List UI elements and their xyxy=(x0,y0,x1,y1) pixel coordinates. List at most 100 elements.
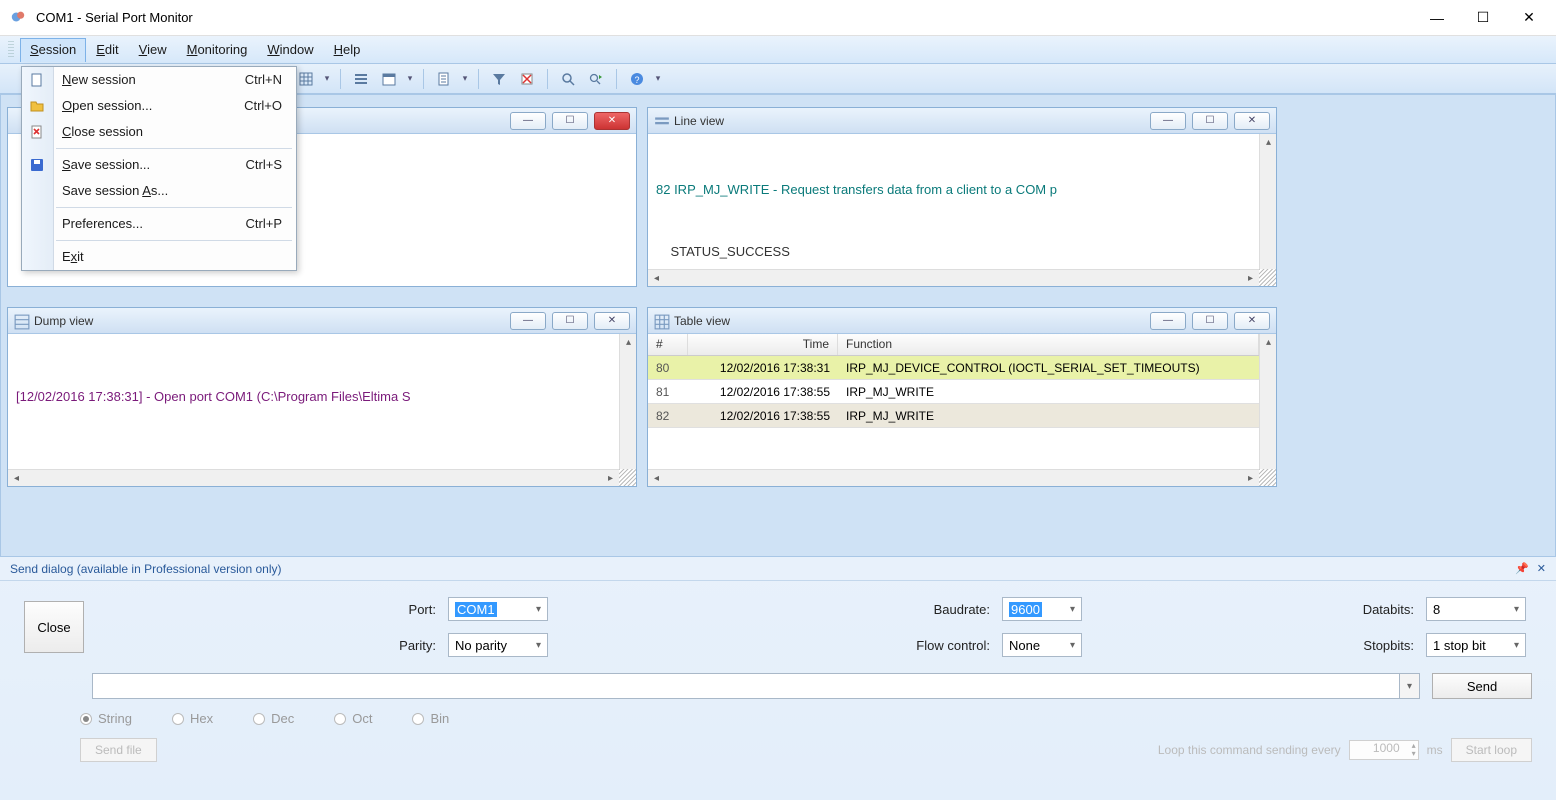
menu-session[interactable]: Session New sessionCtrl+N Open session..… xyxy=(20,38,86,62)
toolbar-list-icon[interactable] xyxy=(349,68,373,90)
horizontal-scrollbar[interactable]: ◂▸ xyxy=(648,469,1259,486)
line-view-close-button[interactable]: ✕ xyxy=(1234,112,1270,130)
cell-num: 81 xyxy=(648,385,688,399)
radio-bin[interactable]: Bin xyxy=(412,711,449,726)
svg-text:?: ? xyxy=(634,75,639,85)
line-view-row: STATUS_SUCCESS xyxy=(656,242,1251,263)
menubar-grip xyxy=(8,41,14,59)
table-view-title: Table view xyxy=(674,314,730,328)
toolbar-doc-icon[interactable] xyxy=(432,68,456,90)
toolbar-dd-2[interactable]: ▾ xyxy=(405,68,415,90)
send-file-button[interactable]: Send file xyxy=(80,738,157,762)
send-dialog-close-icon[interactable]: ✕ xyxy=(1537,562,1546,575)
table-row[interactable]: 8112/02/2016 17:38:55IRP_MJ_WRITE xyxy=(648,380,1259,404)
baudrate-label: Baudrate: xyxy=(560,602,990,617)
menu-view[interactable]: View xyxy=(129,38,177,61)
cell-time: 12/02/2016 17:38:55 xyxy=(688,385,838,399)
toolbar-search-icon[interactable] xyxy=(556,68,580,90)
col-header-num[interactable]: # xyxy=(648,334,688,355)
pane-max-button[interactable]: ☐ xyxy=(552,112,588,130)
menu-help[interactable]: Help xyxy=(324,38,371,61)
line-view-min-button[interactable]: — xyxy=(1150,112,1186,130)
menu-preferences[interactable]: Preferences...Ctrl+P xyxy=(22,211,296,237)
send-history-dropdown[interactable]: ▾ xyxy=(1400,673,1420,699)
send-text-input[interactable] xyxy=(92,673,1400,699)
dump-view-max-button[interactable]: ☐ xyxy=(552,312,588,330)
toolbar-clear-icon[interactable] xyxy=(515,68,539,90)
table-row[interactable]: 8212/02/2016 17:38:55IRP_MJ_WRITE xyxy=(648,404,1259,428)
vertical-scrollbar[interactable]: ▴ xyxy=(1259,134,1276,269)
cell-time: 12/02/2016 17:38:31 xyxy=(688,361,838,375)
radio-oct[interactable]: Oct xyxy=(334,711,372,726)
window-maximize-button[interactable]: ☐ xyxy=(1460,3,1506,33)
menubar: Session New sessionCtrl+N Open session..… xyxy=(0,36,1556,64)
window-minimize-button[interactable]: — xyxy=(1414,3,1460,33)
dump-view-close-button[interactable]: ✕ xyxy=(594,312,630,330)
menu-save-session-as[interactable]: Save session As... xyxy=(22,178,296,204)
menu-window[interactable]: Window xyxy=(257,38,323,61)
pane-min-button[interactable]: — xyxy=(510,112,546,130)
loop-unit: ms xyxy=(1427,743,1443,757)
pin-icon[interactable]: 📌 xyxy=(1515,562,1529,575)
dump-view-title: Dump view xyxy=(34,314,93,328)
baudrate-combo[interactable]: 9600▾ xyxy=(1002,597,1082,621)
resize-grip[interactable] xyxy=(619,469,636,486)
toolbar-cal-icon[interactable] xyxy=(377,68,401,90)
cell-time: 12/02/2016 17:38:55 xyxy=(688,409,838,423)
parity-combo[interactable]: No parity▾ xyxy=(448,633,548,657)
toolbar-dd-4[interactable]: ▾ xyxy=(653,68,663,90)
menu-monitoring[interactable]: Monitoring xyxy=(177,38,258,61)
dump-view-min-button[interactable]: — xyxy=(510,312,546,330)
resize-grip[interactable] xyxy=(1259,469,1276,486)
save-icon xyxy=(28,156,46,174)
stopbits-label: Stopbits: xyxy=(1094,638,1414,653)
menu-save-session[interactable]: Save session...Ctrl+S xyxy=(22,152,296,178)
toolbar-filter-icon[interactable] xyxy=(487,68,511,90)
line-view-max-button[interactable]: ☐ xyxy=(1192,112,1228,130)
col-header-time[interactable]: Time xyxy=(688,334,838,355)
toolbar-dd-1[interactable]: ▾ xyxy=(322,68,332,90)
table-view-max-button[interactable]: ☐ xyxy=(1192,312,1228,330)
toolbar-help-icon[interactable]: ? xyxy=(625,68,649,90)
pane-table-view: Table view — ☐ ✕ # Time Function 8012/02… xyxy=(647,307,1277,487)
parity-label: Parity: xyxy=(96,638,436,653)
toolbar-search-next-icon[interactable] xyxy=(584,68,608,90)
table-row[interactable]: 8012/02/2016 17:38:31IRP_MJ_DEVICE_CONTR… xyxy=(648,356,1259,380)
menu-close-session[interactable]: Close session xyxy=(22,119,296,145)
toolbar-dd-3[interactable]: ▾ xyxy=(460,68,470,90)
databits-combo[interactable]: 8▾ xyxy=(1426,597,1526,621)
radio-string[interactable]: String xyxy=(80,711,132,726)
vertical-scrollbar[interactable]: ▴ xyxy=(619,334,636,469)
menu-edit[interactable]: Edit xyxy=(86,38,128,61)
horizontal-scrollbar[interactable]: ◂▸ xyxy=(8,469,619,486)
radio-dec[interactable]: Dec xyxy=(253,711,294,726)
cell-func: IRP_MJ_DEVICE_CONTROL (IOCTL_SERIAL_SET_… xyxy=(838,361,1259,375)
close-button[interactable]: Close xyxy=(24,601,84,653)
new-file-icon xyxy=(28,71,46,89)
vertical-scrollbar[interactable]: ▴ xyxy=(1259,334,1276,469)
port-combo[interactable]: COM1▾ xyxy=(448,597,548,621)
flowcontrol-combo[interactable]: None▾ xyxy=(1002,633,1082,657)
menu-exit[interactable]: Exit xyxy=(22,244,296,270)
send-button[interactable]: Send xyxy=(1432,673,1532,699)
loop-interval-input[interactable]: 1000▴▾ xyxy=(1349,740,1419,760)
menu-open-session[interactable]: Open session...Ctrl+O xyxy=(22,93,296,119)
toolbar-grid-icon[interactable] xyxy=(294,68,318,90)
table-view-min-button[interactable]: — xyxy=(1150,312,1186,330)
col-header-func[interactable]: Function xyxy=(838,334,1259,355)
cell-num: 82 xyxy=(648,409,688,423)
start-loop-button[interactable]: Start loop xyxy=(1451,738,1532,762)
titlebar: COM1 - Serial Port Monitor — ☐ ✕ xyxy=(0,0,1556,36)
line-view-title: Line view xyxy=(674,114,724,128)
table-view-close-button[interactable]: ✕ xyxy=(1234,312,1270,330)
resize-grip[interactable] xyxy=(1259,269,1276,286)
port-label: Port: xyxy=(96,602,436,617)
radio-hex[interactable]: Hex xyxy=(172,711,213,726)
stopbits-combo[interactable]: 1 stop bit▾ xyxy=(1426,633,1526,657)
window-close-button[interactable]: ✕ xyxy=(1506,3,1552,33)
pane-close-button[interactable]: ✕ xyxy=(594,112,630,130)
flowcontrol-label: Flow control: xyxy=(560,638,990,653)
horizontal-scrollbar[interactable]: ◂▸ xyxy=(648,269,1259,286)
line-view-icon xyxy=(654,114,668,128)
menu-new-session[interactable]: New sessionCtrl+N xyxy=(22,67,296,93)
